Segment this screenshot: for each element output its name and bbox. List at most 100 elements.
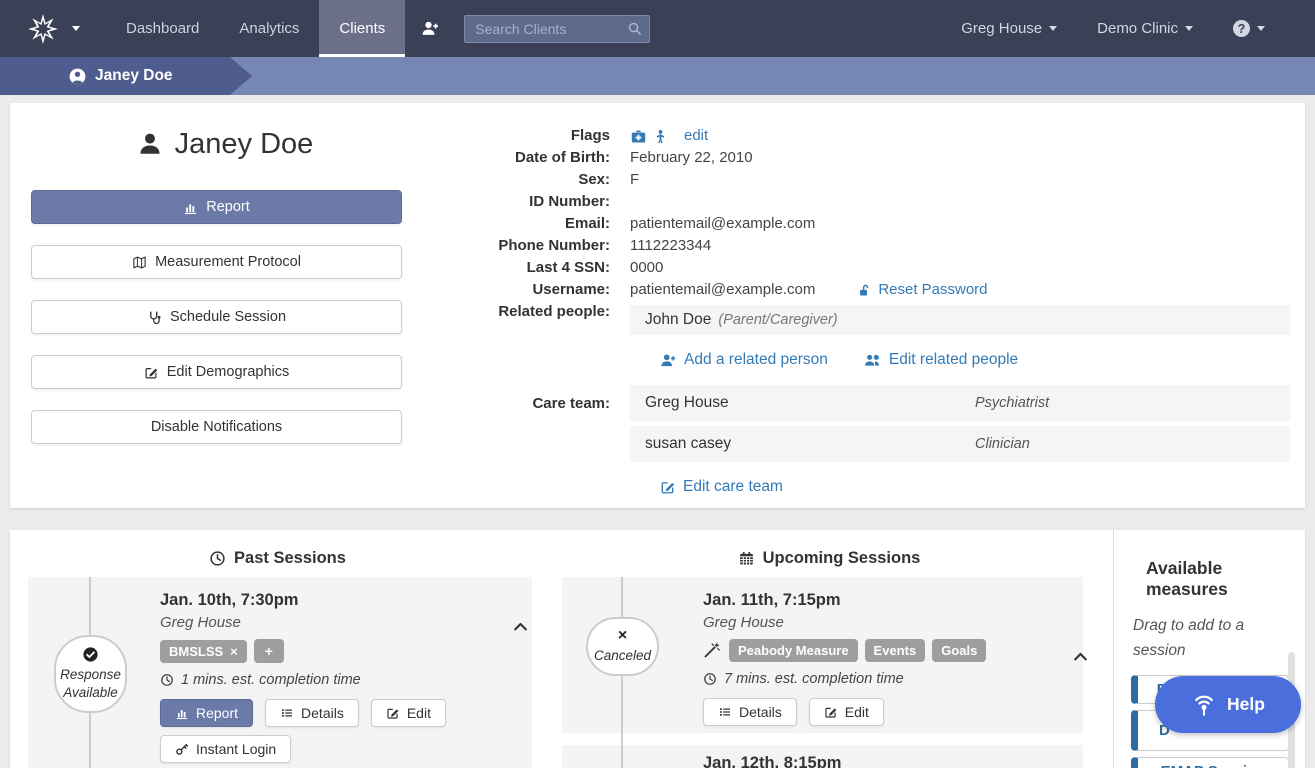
cancel-x-icon: × [618, 628, 627, 644]
key-icon [175, 742, 189, 756]
bar-chart-icon [175, 706, 189, 720]
past-sessions-header: Past Sessions [10, 549, 545, 568]
measure-card[interactable]: EMAP Session Rating [1131, 757, 1289, 768]
map-icon [132, 255, 147, 270]
upcoming-sessions-column: Upcoming Sessions × Canceled Jan. 11th, … [545, 530, 1113, 768]
help-button[interactable]: Help [1155, 676, 1301, 733]
breadcrumb-bar: Janey Doe [0, 57, 1315, 95]
users-icon [864, 351, 882, 369]
measure-tag: Goals [932, 639, 986, 662]
measure-tag: Peabody Measure [729, 639, 858, 662]
primary-nav: Dashboard Analytics Clients [106, 0, 405, 57]
edit-related-people-link[interactable]: Edit related people [864, 349, 1018, 371]
phone-label: Phone Number: [440, 235, 630, 257]
ssn-label: Last 4 SSN: [440, 257, 630, 279]
disable-notifications-button[interactable]: Disable Notifications [31, 410, 402, 444]
est-completion-time: 1 mins. est. completion time [181, 672, 361, 688]
beacon-icon [1191, 692, 1217, 718]
client-profile-card: Janey Doe Report Measurement Protocol Sc… [10, 103, 1305, 508]
add-client-button[interactable] [405, 0, 456, 57]
clock-icon [160, 673, 174, 687]
session-details-button[interactable]: Details [703, 698, 797, 726]
list-icon [280, 706, 294, 720]
profile-details: Flags edit Date of Birth: February 22, 2… [440, 103, 1305, 508]
instant-login-button[interactable]: Instant Login [160, 735, 291, 763]
session-provider: Greg House [703, 614, 986, 631]
navbar-right: Greg House Demo Clinic ? [941, 0, 1315, 57]
stethoscope-icon [147, 310, 162, 325]
session-date: Jan. 12th, 8:15pm [703, 754, 841, 768]
add-related-person-link[interactable]: Add a related person [660, 349, 828, 371]
nav-item-analytics[interactable]: Analytics [219, 0, 319, 57]
calendar-icon [738, 550, 755, 567]
schedule-session-button[interactable]: Schedule Session [31, 300, 402, 334]
report-button[interactable]: Report [31, 190, 402, 224]
edit-demographics-button[interactable]: Edit Demographics [31, 355, 402, 389]
pencil-square-icon [660, 479, 676, 495]
ssn-value: 0000 [630, 257, 663, 279]
related-person-role: (Parent/Caregiver) [718, 309, 837, 331]
wand-icon[interactable] [703, 642, 720, 659]
care-team-row: Greg House Psychiatrist [630, 385, 1290, 421]
medkit-flag-icon[interactable] [630, 128, 647, 145]
flags-label: Flags [440, 125, 630, 147]
question-circle-icon: ? [1233, 20, 1250, 37]
user-menu[interactable]: Greg House [941, 20, 1077, 37]
check-circle-icon [82, 646, 99, 663]
caret-down-icon [1049, 26, 1057, 31]
user-plus-icon [660, 352, 677, 369]
nav-item-clients[interactable]: Clients [319, 0, 405, 57]
child-flag-icon[interactable] [653, 129, 668, 144]
care-team-member-name: susan casey [630, 433, 731, 455]
brand-star-logo-icon [28, 14, 58, 44]
user-circle-icon [68, 67, 87, 86]
clock-icon [209, 550, 226, 567]
search-icon[interactable] [627, 21, 642, 36]
pencil-square-icon [386, 706, 400, 720]
edit-care-team-link[interactable]: Edit care team [660, 476, 783, 498]
dob-value: February 22, 2010 [630, 147, 753, 169]
breadcrumb-client[interactable]: Janey Doe [0, 57, 252, 95]
upcoming-sessions-header: Upcoming Sessions [545, 549, 1113, 568]
list-icon [718, 705, 732, 719]
pencil-square-icon [144, 365, 159, 380]
pencil-square-icon [824, 705, 838, 719]
session-edit-button[interactable]: Edit [371, 699, 446, 727]
top-navbar: Dashboard Analytics Clients Greg House D… [0, 0, 1315, 57]
search-input[interactable] [464, 15, 650, 43]
edit-flags-link[interactable]: edit [684, 125, 708, 147]
est-completion-time: 7 mins. est. completion time [724, 671, 904, 687]
nav-item-dashboard[interactable]: Dashboard [106, 0, 219, 57]
add-measure-button[interactable]: + [254, 639, 284, 663]
collapse-session-chevron-icon[interactable] [1072, 648, 1089, 665]
remove-measure-icon[interactable]: × [230, 644, 238, 659]
help-menu[interactable]: ? [1213, 20, 1285, 37]
email-label: Email: [440, 213, 630, 235]
care-team-label: Care team: [440, 385, 630, 501]
related-people-label: Related people: [440, 301, 630, 335]
page-title: Janey Doe [10, 123, 440, 165]
email-value: patientemail@example.com [630, 213, 815, 235]
username-value: patientemail@example.com [630, 279, 815, 301]
available-measures-subtitle: Drag to add to a session [1133, 613, 1283, 663]
session-report-button[interactable]: Report [160, 699, 253, 727]
past-sessions-column: Past Sessions Response Available Jan. 10… [10, 530, 545, 768]
measurement-protocol-button[interactable]: Measurement Protocol [31, 245, 402, 279]
brand-menu[interactable] [0, 0, 90, 57]
caret-down-icon [1185, 26, 1193, 31]
session-date: Jan. 10th, 7:30pm [160, 591, 446, 610]
sessions-card: Past Sessions Response Available Jan. 10… [10, 530, 1305, 768]
session-details-button[interactable]: Details [265, 699, 359, 727]
reset-password-link[interactable]: Reset Password [857, 279, 987, 301]
username-label: Username: [440, 279, 630, 301]
dob-label: Date of Birth: [440, 147, 630, 169]
collapse-session-chevron-icon[interactable] [512, 618, 529, 635]
clinic-menu[interactable]: Demo Clinic [1077, 20, 1213, 37]
session-status-text: Canceled [594, 647, 651, 665]
profile-actions-column: Janey Doe Report Measurement Protocol Sc… [10, 103, 440, 508]
available-measures-title: Available measures [1146, 558, 1256, 600]
session-status-badge: Response Available [54, 635, 127, 713]
session-edit-button[interactable]: Edit [809, 698, 884, 726]
care-team-member-role: Psychiatrist [975, 392, 1049, 414]
session-status-badge: × Canceled [586, 617, 659, 676]
